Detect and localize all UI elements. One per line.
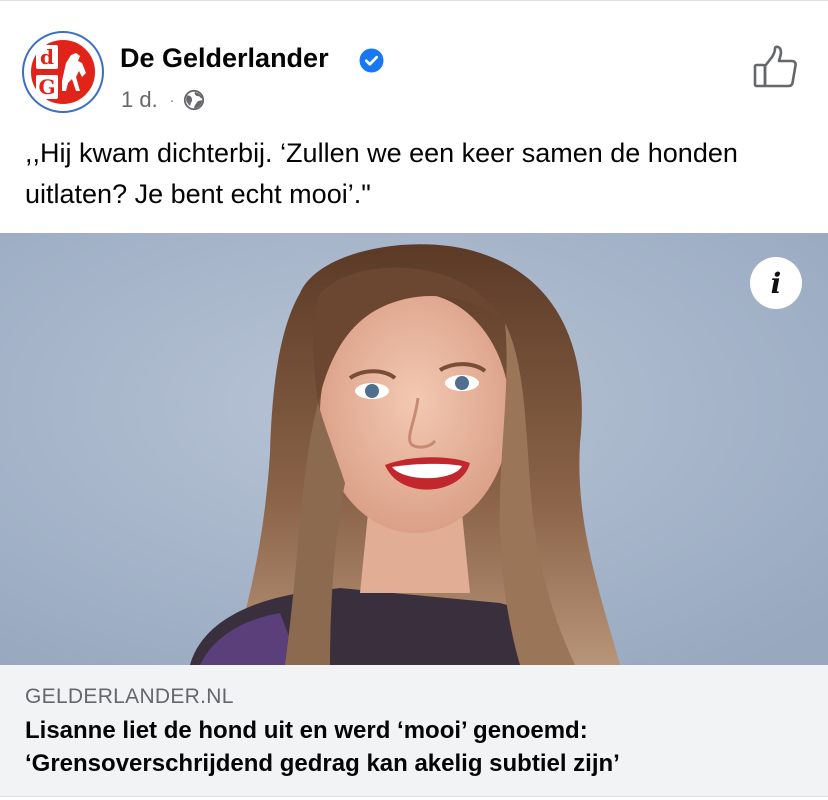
link-domain: GELDERLANDER.NL <box>25 685 234 708</box>
link-title[interactable]: Lisanne liet de hond uit en werd ‘mooi’ … <box>25 714 815 780</box>
post-message: ,,Hij kwam dichterbij. ‘Zullen we een ke… <box>25 138 738 209</box>
post-header: d G De Gelderlander 1 d. · <box>0 1 828 121</box>
article-image[interactable] <box>0 233 828 665</box>
meta-separator: · <box>169 92 175 108</box>
facebook-post: d G De Gelderlander 1 d. · ,,Hij kwam di… <box>0 0 828 800</box>
post-timestamp[interactable]: 1 d. <box>121 87 158 113</box>
link-title-line-2: ‘Grensoverschrijdend gedrag kan akelig s… <box>25 750 620 777</box>
info-icon[interactable]: i <box>750 257 802 309</box>
verified-badge-icon <box>359 48 384 73</box>
page-avatar[interactable]: d G <box>22 31 104 113</box>
avatar-letter-d: d <box>40 45 54 69</box>
thumbs-up-icon[interactable] <box>752 45 798 89</box>
page-name[interactable]: De Gelderlander <box>120 43 329 74</box>
post-meta: 1 d. · <box>121 87 205 113</box>
link-title-line-1: Lisanne liet de hond uit en werd ‘mooi’ … <box>25 717 588 744</box>
avatar-letter-g: G <box>38 75 55 99</box>
globe-icon <box>184 89 205 111</box>
gelderlander-logo-icon: d G <box>29 38 97 106</box>
portrait-photo <box>0 233 828 665</box>
link-preview[interactable]: GELDERLANDER.NL Lisanne liet de hond uit… <box>0 665 828 797</box>
